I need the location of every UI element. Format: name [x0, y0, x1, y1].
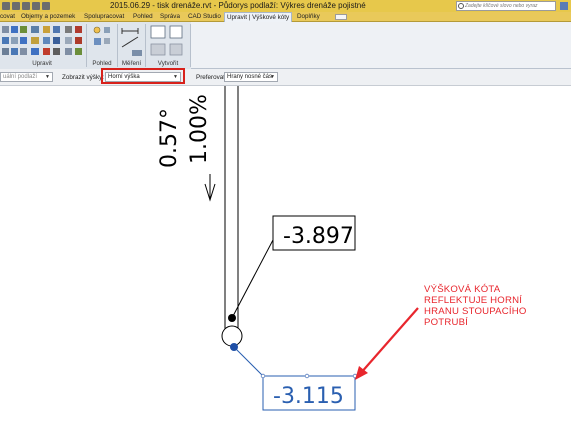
ribbon-minimize-icon[interactable] [335, 14, 347, 20]
prefer-value: Hrany nosné čás [227, 74, 273, 80]
elevation-value-bottom: -3.115 [273, 384, 344, 409]
slope-percent-text: 1.00% [187, 94, 212, 164]
measure-tools-icons [121, 28, 142, 56]
panel-label-modify[interactable]: Upravit [20, 60, 64, 67]
print-icon[interactable] [42, 2, 50, 10]
level-dropdown[interactable]: uální podlaží ▼ [0, 72, 53, 82]
annotation-line: REFLEKTUJE HORNÍ [424, 295, 523, 306]
redo-icon[interactable] [32, 2, 40, 10]
leader-line-bottom [233, 346, 264, 377]
undo-icon[interactable] [22, 2, 30, 10]
tab-modify[interactable]: covat [0, 12, 15, 22]
annotation-arrow [359, 307, 419, 375]
prefer-label: Preferovat: [196, 74, 227, 81]
view-tools-icons [93, 26, 110, 45]
modify-tools-icons [2, 26, 82, 55]
open-icon[interactable] [2, 2, 10, 10]
panel-label-create[interactable]: Vytvořit [147, 60, 189, 67]
search-icon [458, 3, 464, 9]
panel-label-view[interactable]: Pohled [88, 60, 116, 67]
annotation-note: VÝŠKOVÁ KÓTA REFLEKTUJE HORNÍ HRANU STOU… [424, 284, 571, 328]
ribbon-separator [86, 24, 87, 67]
create-tools-icons [150, 25, 183, 56]
drawing-canvas[interactable]: 0.57° 1.00% -3.897 -3.115 [0, 86, 571, 429]
grip-handle[interactable] [260, 373, 266, 379]
panel-label-measure[interactable]: Měření [118, 60, 145, 67]
elevation-value-top: -3.897 [283, 224, 354, 249]
annotation-line: POTRUBÍ [424, 317, 469, 328]
prefer-dropdown[interactable]: Hrany nosné čás ▼ [224, 72, 278, 82]
annotation-line: HRANU STOUPACÍHO [424, 306, 527, 317]
quick-access-toolbar[interactable] [2, 1, 62, 11]
infocenter-icon[interactable] [560, 2, 568, 10]
tab-collaborate[interactable]: Spolupracovat [84, 12, 124, 22]
chevron-down-icon: ▼ [270, 74, 275, 80]
ribbon-separator [145, 24, 146, 67]
annotation-line: VÝŠKOVÁ KÓTA [424, 284, 501, 295]
tab-cad-studio[interactable]: CAD Studio [188, 12, 221, 22]
level-value: uální podlaží [3, 74, 38, 80]
pipe-end-circle [221, 325, 243, 347]
chevron-down-icon: ▼ [45, 74, 50, 80]
display-elevations-label: Zobrazit výšky: [62, 74, 104, 81]
elevation-point-top[interactable] [228, 314, 236, 322]
slope-angle-text: 0.57° [157, 108, 182, 168]
tab-view[interactable]: Pohled [133, 12, 153, 22]
help-search-input[interactable]: Zadejte klíčové slovo nebo vyraz [456, 1, 556, 11]
tab-manage[interactable]: Správa [160, 12, 180, 22]
ribbon: Upravit Pohled Měření Vytvořit [0, 22, 571, 69]
save-icon[interactable] [12, 2, 20, 10]
tab-massing[interactable]: Objemy a pozemek [21, 12, 75, 22]
tab-addins[interactable]: Doplňky [297, 12, 320, 22]
grip-handle[interactable] [304, 373, 310, 379]
highlight-frame [101, 68, 185, 84]
elevation-point-bottom[interactable] [230, 343, 238, 351]
title-bar: 2015.06.29 - tisk drenáže.rvt - Půdorys … [0, 0, 571, 12]
ribbon-separator [190, 24, 191, 67]
options-bar: uální podlaží ▼ Zobrazit výšky: Horní vý… [0, 69, 571, 86]
window-title: 2015.06.29 - tisk drenáže.rvt - Půdorys … [110, 1, 366, 10]
ribbon-tabs: covat Objemy a pozemek Spolupracovat Poh… [0, 12, 571, 23]
